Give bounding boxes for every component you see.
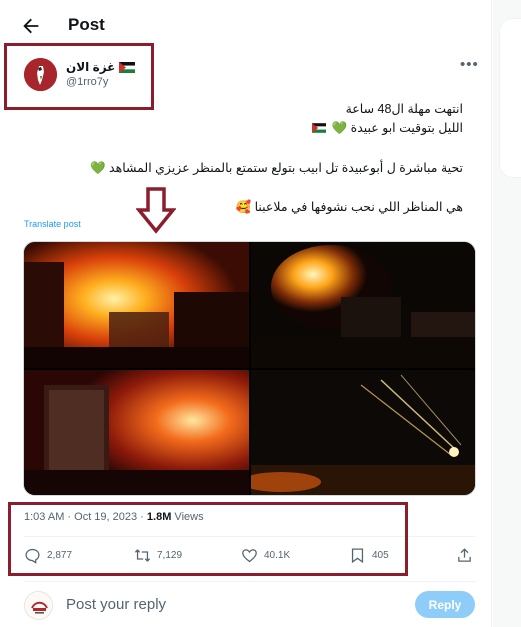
more-options-icon[interactable]: ••• <box>460 56 479 73</box>
sidebar-card <box>499 18 521 178</box>
annotation-arrow-icon <box>135 186 177 234</box>
reply-input[interactable]: Post your reply <box>66 596 166 613</box>
green-heart-icon: 💚 <box>89 161 106 175</box>
media-image-4[interactable] <box>251 370 475 495</box>
back-arrow-icon[interactable] <box>20 15 42 37</box>
post-line-2-text: الليل بتوقيت ابو عبيدة <box>350 121 463 135</box>
main-column: Post غزة الان @1rro7y ••• انتهت مهلة ال4… <box>0 0 492 627</box>
media-image-3[interactable] <box>24 370 249 495</box>
green-heart-icon: 💚 <box>331 121 348 135</box>
smiling-hearts-emoji-icon: 🥰 <box>235 200 252 214</box>
reply-submit-button[interactable]: Reply <box>415 591 475 618</box>
media-image-1[interactable] <box>24 242 249 368</box>
post-line-1: انتهت مهلة ال48 ساعة <box>345 102 463 116</box>
post-line-2: الليل بتوقيت ابو عبيدة 💚 <box>310 120 463 136</box>
media-image-2[interactable] <box>251 242 475 368</box>
divider <box>24 581 476 582</box>
reply-avatar[interactable] <box>24 591 53 620</box>
post-line-4-text: هي المناظر اللي نحب نشوفها في ملاعبنا <box>254 200 463 214</box>
media-grid <box>23 241 476 496</box>
annotation-box-stats <box>8 502 408 576</box>
right-sidebar <box>493 0 521 627</box>
translate-post-link[interactable]: Translate post <box>24 219 81 229</box>
post-line-3: تحية مباشرة ل أبوعبيدة تل ابيب بتولع ستم… <box>90 160 463 176</box>
share-icon <box>458 548 471 562</box>
palestine-flag-icon <box>312 123 327 133</box>
annotation-box-author <box>4 43 154 110</box>
post-line-3-text: تحية مباشرة ل أبوعبيدة تل ابيب بتولع ستم… <box>109 161 463 175</box>
post-line-4: هي المناظر اللي نحب نشوفها في ملاعبنا 🥰 <box>236 199 464 215</box>
page-title: Post <box>68 15 105 34</box>
share-button[interactable] <box>456 547 479 564</box>
